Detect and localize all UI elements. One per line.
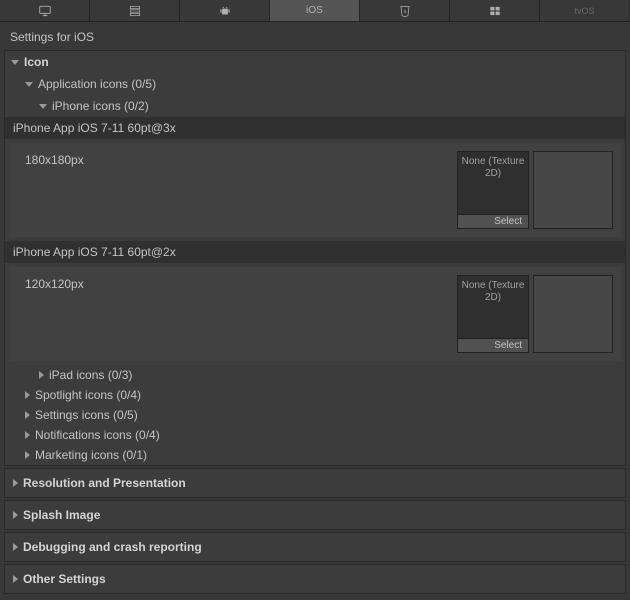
section-resolution: Resolution and Presentation — [4, 468, 626, 498]
texture-slot-placeholder: None (Texture 2D) — [458, 152, 528, 184]
group-spotlight-icons[interactable]: Spotlight icons (0/4) — [25, 385, 625, 405]
icon-entry-size: 120x120px — [17, 275, 92, 293]
section-splash-header[interactable]: Splash Image — [5, 501, 625, 529]
chevron-right-icon — [13, 575, 18, 583]
group-iphone-icons[interactable]: iPhone icons (0/2) — [5, 95, 625, 117]
section-splash: Splash Image — [4, 500, 626, 530]
group-label: Spotlight icons (0/4) — [35, 388, 141, 402]
chevron-down-icon — [11, 60, 19, 65]
bottom-sections: Resolution and Presentation Splash Image… — [4, 468, 626, 594]
section-label: Debugging and crash reporting — [23, 540, 202, 554]
section-resolution-header[interactable]: Resolution and Presentation — [5, 469, 625, 497]
section-label: Resolution and Presentation — [23, 476, 186, 490]
section-label: Other Settings — [23, 572, 106, 586]
group-label: Marketing icons (0/1) — [35, 448, 147, 462]
group-marketing-icons[interactable]: Marketing icons (0/1) — [25, 445, 625, 465]
group-label: Settings icons (0/5) — [35, 408, 138, 422]
group-label: iPad icons (0/3) — [49, 368, 132, 382]
section-label: Splash Image — [23, 508, 100, 522]
icon-entry-header: iPhone App iOS 7-11 60pt@3x — [5, 117, 625, 139]
texture-slot[interactable]: None (Texture 2D) Select — [457, 275, 529, 353]
tab-webgl[interactable]: 5 — [360, 0, 450, 21]
section-icon: Icon Application icons (0/5) iPhone icon… — [4, 50, 626, 466]
chevron-right-icon — [25, 391, 30, 399]
tab-standalone[interactable] — [0, 0, 90, 21]
icon-preview — [533, 151, 613, 229]
chevron-right-icon — [13, 511, 18, 519]
tab-tvos-label: tvOS — [574, 6, 594, 16]
icon-entry: 120x120px None (Texture 2D) Select — [9, 267, 621, 361]
tab-ios[interactable]: iOS — [270, 0, 360, 21]
group-settings-icons[interactable]: Settings icons (0/5) — [25, 405, 625, 425]
tab-android[interactable] — [180, 0, 270, 21]
panel-title: Settings for iOS — [4, 26, 626, 48]
chevron-right-icon — [25, 431, 30, 439]
chevron-right-icon — [25, 411, 30, 419]
tab-ios-label: iOS — [306, 5, 323, 16]
icon-entry: 180x180px None (Texture 2D) Select — [9, 143, 621, 237]
group-ipad-icons[interactable]: iPad icons (0/3) — [39, 365, 625, 385]
select-button[interactable]: Select — [458, 214, 528, 228]
chevron-right-icon — [13, 543, 18, 551]
svg-text:5: 5 — [403, 8, 406, 13]
collapsed-icon-groups: iPad icons (0/3) Spotlight icons (0/4) S… — [5, 365, 625, 465]
tab-uwp[interactable] — [450, 0, 540, 21]
chevron-down-icon — [25, 82, 33, 87]
platform-tabbar: iOS 5 tvOS — [0, 0, 630, 22]
section-debugging: Debugging and crash reporting — [4, 532, 626, 562]
texture-slot-placeholder: None (Texture 2D) — [458, 276, 528, 308]
icon-entry-header: iPhone App iOS 7-11 60pt@2x — [5, 241, 625, 263]
group-application-icons-label: Application icons (0/5) — [38, 77, 156, 91]
group-application-icons[interactable]: Application icons (0/5) — [5, 73, 625, 95]
icon-preview — [533, 275, 613, 353]
section-other: Other Settings — [4, 564, 626, 594]
monitor-icon — [37, 4, 53, 18]
group-label: Notifications icons (0/4) — [35, 428, 160, 442]
android-icon — [217, 4, 233, 18]
group-iphone-icons-label: iPhone icons (0/2) — [52, 99, 149, 113]
select-button[interactable]: Select — [458, 338, 528, 352]
settings-panel: Settings for iOS Icon Application icons … — [0, 22, 630, 600]
section-debugging-header[interactable]: Debugging and crash reporting — [5, 533, 625, 561]
server-icon — [127, 4, 143, 18]
chevron-right-icon — [13, 479, 18, 487]
chevron-down-icon — [39, 104, 47, 109]
chevron-right-icon — [25, 451, 30, 459]
windows-icon — [487, 4, 503, 18]
icon-entry-size: 180x180px — [17, 151, 92, 169]
texture-slot[interactable]: None (Texture 2D) Select — [457, 151, 529, 229]
group-notifications-icons[interactable]: Notifications icons (0/4) — [25, 425, 625, 445]
tab-server[interactable] — [90, 0, 180, 21]
tab-tvos[interactable]: tvOS — [540, 0, 630, 21]
section-icon-label: Icon — [24, 55, 49, 69]
chevron-right-icon — [39, 371, 44, 379]
section-icon-header[interactable]: Icon — [5, 51, 625, 73]
section-other-header[interactable]: Other Settings — [5, 565, 625, 593]
html5-icon: 5 — [397, 4, 413, 18]
